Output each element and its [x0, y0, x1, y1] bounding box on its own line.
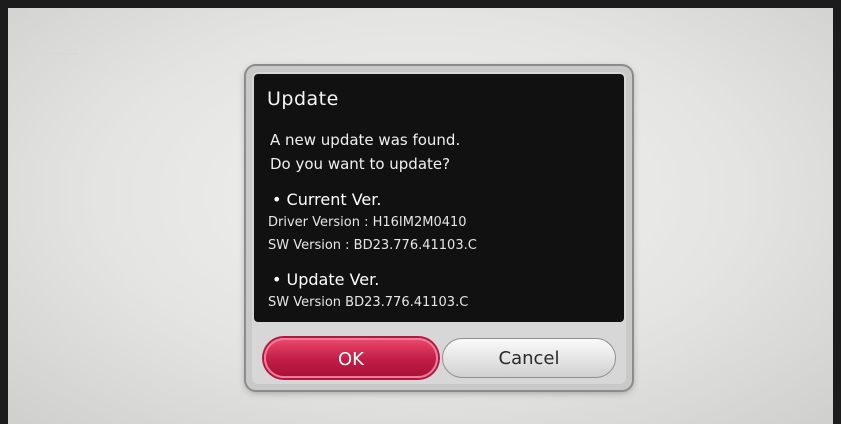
cancel-button[interactable]: Cancel	[442, 338, 616, 378]
tv-bezel: Update A new update was found. Do you wa…	[0, 0, 841, 424]
message-panel: Update A new update was found. Do you wa…	[254, 74, 624, 322]
dialog-body: Update A new update was found. Do you wa…	[252, 72, 626, 384]
update-dialog: Update A new update was found. Do you wa…	[246, 66, 632, 390]
dialog-title: Update	[267, 88, 339, 110]
ok-button[interactable]: OK	[264, 338, 438, 378]
message-line-2: Do you want to update?	[270, 155, 451, 173]
current-driver-version: Driver Version : H16IM2M0410	[268, 215, 467, 230]
update-version-heading: • Update Ver.	[272, 270, 380, 289]
current-version-heading: • Current Ver.	[272, 190, 382, 209]
message-line-1: A new update was found.	[270, 131, 461, 149]
tv-screen: Update A new update was found. Do you wa…	[8, 8, 833, 424]
current-sw-version: SW Version : BD23.776.41103.C	[268, 238, 477, 253]
update-sw-version: SW Version BD23.776.41103.C	[268, 295, 469, 310]
screen-glare	[38, 53, 78, 59]
